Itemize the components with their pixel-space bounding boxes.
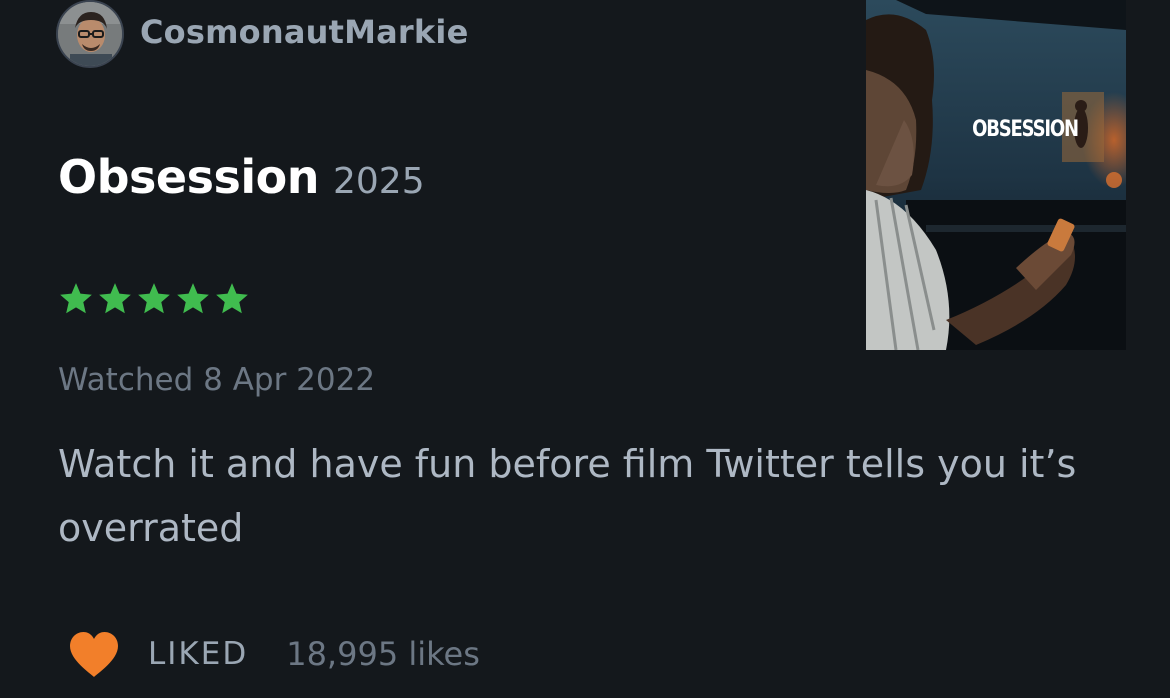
star-icon bbox=[216, 283, 248, 314]
star-icon bbox=[99, 283, 131, 314]
user-avatar[interactable] bbox=[56, 0, 124, 68]
film-poster[interactable]: OBSESSION bbox=[866, 0, 1126, 350]
star-rating bbox=[57, 280, 251, 318]
film-heading: Obsession 2025 bbox=[58, 150, 425, 204]
review-author[interactable]: CosmonautMarkie bbox=[56, 0, 468, 68]
poster-image bbox=[866, 0, 1126, 350]
likes-count[interactable]: 18,995 likes bbox=[286, 635, 480, 673]
like-row: LIKED 18,995 likes bbox=[66, 622, 480, 686]
author-name[interactable]: CosmonautMarkie bbox=[140, 13, 468, 51]
review-card: CosmonautMarkie Obsession 2025 Watched 8… bbox=[0, 0, 1170, 698]
heart-icon[interactable] bbox=[66, 629, 122, 679]
film-title[interactable]: Obsession bbox=[58, 150, 320, 204]
liked-label: LIKED bbox=[148, 636, 249, 672]
star-icon bbox=[177, 283, 209, 314]
star-icon bbox=[60, 283, 92, 314]
star-icon bbox=[138, 283, 170, 314]
user-avatar-icon bbox=[58, 2, 122, 66]
watched-date: Watched 8 Apr 2022 bbox=[58, 362, 376, 398]
poster-title: OBSESSION bbox=[972, 117, 1079, 142]
film-year[interactable]: 2025 bbox=[333, 161, 425, 202]
review-text: Watch it and have fun before film Twitte… bbox=[58, 442, 1077, 550]
